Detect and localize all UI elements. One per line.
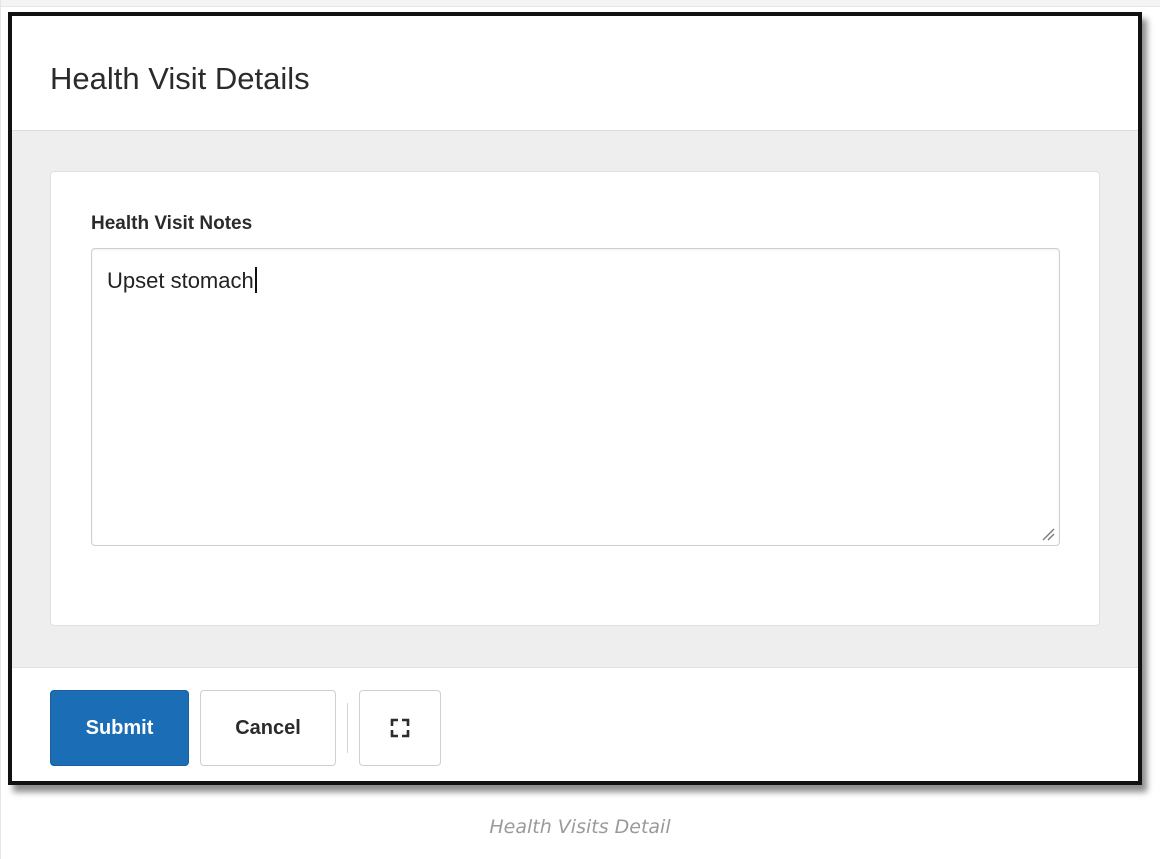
notes-label: Health Visit Notes xyxy=(91,213,253,234)
page-top-rule xyxy=(0,0,1160,7)
notes-card: Health Visit Notes Upset stomach xyxy=(50,171,1100,626)
notes-text-wrapper: Upset stomach xyxy=(107,267,257,293)
dialog-body: Health Visit Notes Upset stomach xyxy=(12,131,1138,667)
resize-handle-icon[interactable] xyxy=(1041,527,1055,541)
expand-icon xyxy=(390,718,410,738)
dialog-header: Health Visit Details xyxy=(12,16,1138,131)
dialog-title: Health Visit Details xyxy=(50,61,310,96)
page-left-rule xyxy=(0,0,1,859)
footer-divider xyxy=(347,703,348,753)
dialog-footer: Submit Cancel xyxy=(12,667,1138,781)
cancel-button[interactable]: Cancel xyxy=(200,690,336,766)
expand-button[interactable] xyxy=(359,690,441,766)
health-visit-dialog: Health Visit Details Health Visit Notes … xyxy=(8,12,1142,785)
submit-button[interactable]: Submit xyxy=(50,690,189,766)
notes-textarea[interactable]: Upset stomach xyxy=(91,248,1060,546)
figure-caption: Health Visits Detail xyxy=(489,816,671,838)
text-caret xyxy=(254,267,257,293)
notes-value: Upset stomach xyxy=(107,268,254,293)
